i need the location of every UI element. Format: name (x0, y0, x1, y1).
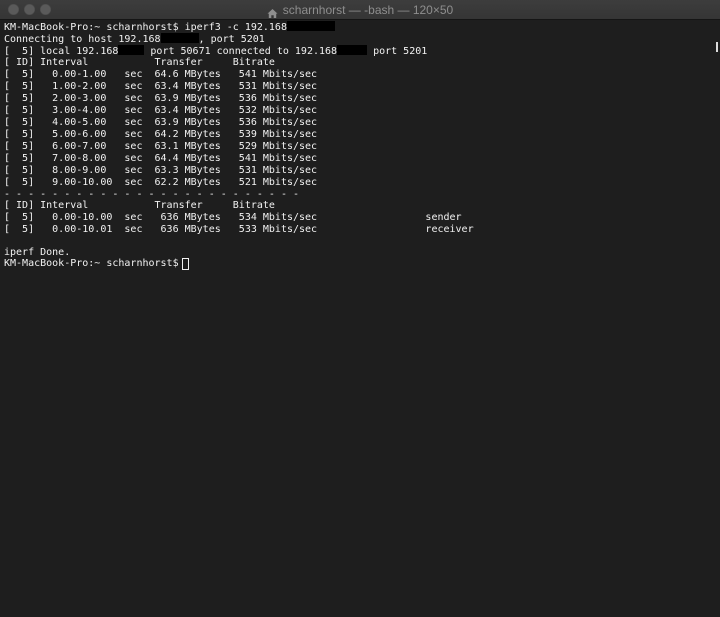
connecting-prefix: Connecting to host 192.168 (4, 34, 161, 45)
interval-row: [ 5] 5.00-6.00 sec 64.2 MBytes 539 Mbits… (4, 129, 318, 140)
text-cursor (182, 258, 189, 270)
redacted-ip (118, 45, 145, 55)
connecting-line: Connecting to host 192.168 , port 5201 (4, 33, 265, 45)
redacted-ip (337, 45, 368, 55)
final-prompt: KM-MacBook-Pro:~ scharnhorst$ (4, 258, 185, 269)
interval-row: [ 5] 9.00-10.00 sec 62.2 MBytes 521 Mbit… (4, 177, 318, 188)
terminal-output[interactable]: KM-MacBook-Pro:~ scharnhorst$ iperf3 -c … (0, 20, 720, 617)
home-icon (267, 4, 278, 18)
interval-row: [ 5] 6.00-7.00 sec 63.1 MBytes 529 Mbits… (4, 141, 318, 152)
scrollbar-marker[interactable] (716, 42, 718, 52)
window-title-group: scharnhorst — -bash — 120×50 (0, 0, 720, 19)
interval-row: [ 5] 4.00-5.00 sec 63.9 MBytes 536 Mbits… (4, 117, 318, 128)
interval-row: [ 5] 3.00-4.00 sec 63.4 MBytes 532 Mbits… (4, 105, 318, 116)
redacted-ip (286, 21, 335, 31)
interval-row: [ 5] 8.00-9.00 sec 63.3 MBytes 531 Mbits… (4, 165, 318, 176)
title-bar[interactable]: scharnhorst — -bash — 120×50 (0, 0, 720, 20)
command-line: KM-MacBook-Pro:~ scharnhorst$ iperf3 -c … (4, 21, 335, 33)
interval-row: [ 5] 1.00-2.00 sec 63.4 MBytes 531 Mbits… (4, 81, 318, 92)
local-middle: port 50671 connected to 192.168 (144, 46, 338, 57)
summary-header: [ ID] Interval Transfer Bitrate (4, 200, 275, 211)
local-prefix: [ 5] local 192.168 (4, 46, 119, 57)
summary-row-receiver: [ 5] 0.00-10.01 sec 636 MBytes 533 Mbits… (4, 224, 474, 235)
prompt: KM-MacBook-Pro:~ scharnhorst$ (4, 22, 185, 33)
local-suffix: port 5201 (367, 46, 428, 57)
column-header: [ ID] Interval Transfer Bitrate (4, 57, 275, 68)
interval-row: [ 5] 2.00-3.00 sec 63.9 MBytes 536 Mbits… (4, 93, 318, 104)
interval-row: [ 5] 0.00-1.00 sec 64.6 MBytes 541 Mbits… (4, 69, 318, 80)
local-connection-line: [ 5] local 192.168 port 50671 connected … (4, 45, 427, 57)
connecting-suffix: , port 5201 (198, 34, 265, 45)
interval-row: [ 5] 7.00-8.00 sec 64.4 MBytes 541 Mbits… (4, 153, 318, 164)
window-title: scharnhorst — -bash — 120×50 (282, 2, 454, 17)
summary-row-sender: [ 5] 0.00-10.00 sec 636 MBytes 534 Mbits… (4, 212, 462, 223)
command-text: iperf3 -c 192.168 (184, 22, 287, 33)
terminal-window: scharnhorst — -bash — 120×50 KM-MacBook-… (0, 0, 720, 617)
redacted-ip (160, 33, 199, 43)
